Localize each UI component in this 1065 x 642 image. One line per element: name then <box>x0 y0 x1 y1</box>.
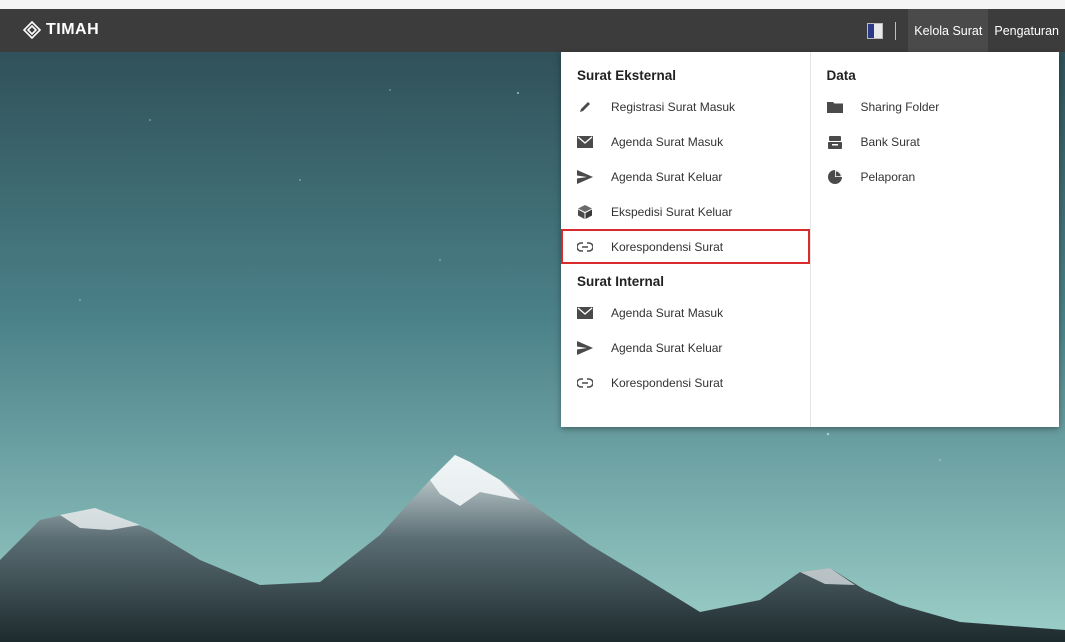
archive-icon <box>827 134 843 150</box>
menu-column-right: Data Sharing Folder Bank Surat Pelaporan <box>811 52 1060 427</box>
menu-column-left: Surat Eksternal Registrasi Surat Masuk A… <box>561 52 811 427</box>
cube-icon <box>577 204 593 220</box>
menu-item-label: Ekspedisi Surat Keluar <box>611 204 733 219</box>
menu-item-bank-surat[interactable]: Bank Surat <box>811 124 1060 159</box>
menu-item-pelaporan[interactable]: Pelaporan <box>811 159 1060 194</box>
pie-chart-icon <box>827 169 843 185</box>
menu-item-label: Agenda Surat Masuk <box>611 134 724 149</box>
envelope-icon <box>577 134 593 150</box>
menu-item-label: Bank Surat <box>860 134 920 149</box>
menu-item-korespondensi-surat-eksternal[interactable]: Korespondensi Surat <box>561 229 810 264</box>
menu-item-label: Sharing Folder <box>860 99 940 114</box>
menu-item-korespondensi-surat-internal[interactable]: Korespondensi Surat <box>561 365 810 400</box>
pencil-icon <box>577 99 593 115</box>
menu-item-label: Agenda Surat Keluar <box>611 169 723 184</box>
nav-right: Kelola Surat Pengaturan <box>867 9 1065 52</box>
menu-item-label: Agenda Surat Masuk <box>611 305 724 320</box>
section-title-data: Data <box>826 68 856 83</box>
menu-item-agenda-surat-keluar-eksternal[interactable]: Agenda Surat Keluar <box>561 159 810 194</box>
menu-item-label: Pelaporan <box>860 169 916 184</box>
section-title-surat-internal: Surat Internal <box>577 274 665 289</box>
logo[interactable]: TIMAH <box>22 20 99 40</box>
menu-item-label: Registrasi Surat Masuk <box>611 99 736 114</box>
link-icon <box>577 239 593 255</box>
nav-separator <box>895 21 897 40</box>
link-icon <box>577 375 593 391</box>
send-icon <box>577 340 593 356</box>
menu-item-agenda-surat-masuk-eksternal[interactable]: Agenda Surat Masuk <box>561 124 810 159</box>
logo-text: TIMAH <box>46 21 100 38</box>
menu-item-label: Korespondensi Surat <box>611 239 724 254</box>
menu-item-registrasi-surat-masuk[interactable]: Registrasi Surat Masuk <box>561 89 810 124</box>
kelola-surat-dropdown: Surat Eksternal Registrasi Surat Masuk A… <box>561 52 1059 427</box>
menu-item-label: Korespondensi Surat <box>611 375 724 390</box>
menu-item-sharing-folder[interactable]: Sharing Folder <box>811 89 1060 124</box>
nav-pengaturan[interactable]: Pengaturan <box>988 9 1065 52</box>
folder-icon <box>826 99 843 115</box>
timah-logo-icon <box>22 20 42 40</box>
nav-kelola-surat[interactable]: Kelola Surat <box>908 9 989 52</box>
menu-item-agenda-surat-keluar-internal[interactable]: Agenda Surat Keluar <box>561 330 810 365</box>
menu-item-label: Agenda Surat Keluar <box>611 340 723 355</box>
envelope-icon <box>577 305 593 321</box>
menu-item-agenda-surat-masuk-internal[interactable]: Agenda Surat Masuk <box>561 295 810 330</box>
section-title-surat-eksternal: Surat Eksternal <box>577 68 677 83</box>
top-navigation-bar: TIMAH Kelola Surat Pengaturan <box>0 9 1065 52</box>
send-icon <box>577 169 593 185</box>
language-flag-icon[interactable] <box>867 22 884 39</box>
browser-top-strip <box>0 0 1065 9</box>
menu-item-ekspedisi-surat-keluar[interactable]: Ekspedisi Surat Keluar <box>561 194 810 229</box>
